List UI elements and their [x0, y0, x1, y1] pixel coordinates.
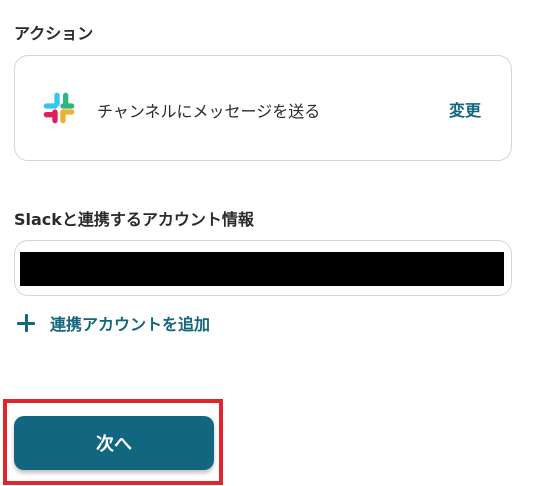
add-linked-account-label: 連携アカウントを追加 [50, 315, 211, 334]
plus-icon [16, 313, 36, 333]
page: アクション チャンネルにメッセージを送る 変更 Slackと連携するアカウント情… [0, 0, 542, 486]
action-section-label: アクション [14, 24, 94, 43]
action-card: チャンネルにメッセージを送る 変更 [14, 55, 512, 161]
account-section-label: Slackと連携するアカウント情報 [14, 210, 254, 229]
slack-icon [43, 92, 75, 124]
account-select-field[interactable] [14, 240, 512, 296]
add-linked-account-button[interactable]: 連携アカウントを追加 [16, 311, 210, 335]
next-button[interactable]: 次へ [14, 416, 214, 470]
action-name: チャンネルにメッセージを送る [97, 102, 321, 121]
redacted-account-value [20, 252, 504, 286]
change-action-link[interactable]: 変更 [449, 97, 481, 121]
